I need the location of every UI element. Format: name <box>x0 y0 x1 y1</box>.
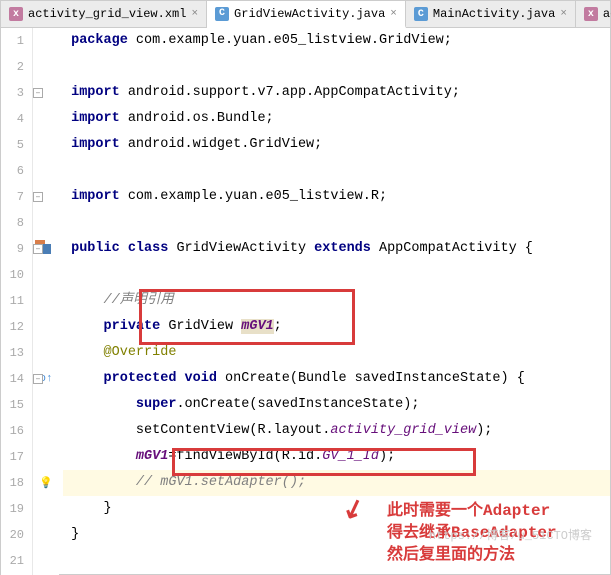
xml-icon: x <box>584 7 598 21</box>
gutter-icons: – – – o↑ – 💡 <box>33 28 59 575</box>
fold-icon[interactable]: – <box>33 192 43 202</box>
fold-icon[interactable]: – <box>33 374 43 384</box>
code-area[interactable]: package com.example.yuan.e05_listview.Gr… <box>59 28 610 575</box>
fold-icon[interactable]: – <box>33 88 43 98</box>
xml-icon: x <box>9 7 23 21</box>
watermark: https://博客/u_51CTO博客 <box>429 526 592 543</box>
java-icon: C <box>215 7 229 21</box>
close-icon[interactable]: × <box>191 8 198 20</box>
bulb-icon[interactable]: 💡 <box>37 474 55 492</box>
tab-mainactivity-java[interactable]: CMainActivity.java× <box>406 1 576 27</box>
java-icon: C <box>414 7 428 21</box>
tab-activity-grid-view-xml[interactable]: xactivity_grid_view.xml× <box>1 1 207 27</box>
tab-activity-main-xml[interactable]: xactivity_main.xml× <box>576 1 611 27</box>
line-gutter: 123456789101112131415161718192021 <box>1 28 33 575</box>
code-editor[interactable]: 123456789101112131415161718192021 – – – … <box>1 28 610 575</box>
tab-gridviewactivity-java[interactable]: CGridViewActivity.java× <box>207 1 406 28</box>
editor-tabs: xactivity_grid_view.xml× CGridViewActivi… <box>1 1 610 28</box>
close-icon[interactable]: × <box>390 8 397 20</box>
fold-icon[interactable]: – <box>33 244 43 254</box>
close-icon[interactable]: × <box>560 8 567 20</box>
